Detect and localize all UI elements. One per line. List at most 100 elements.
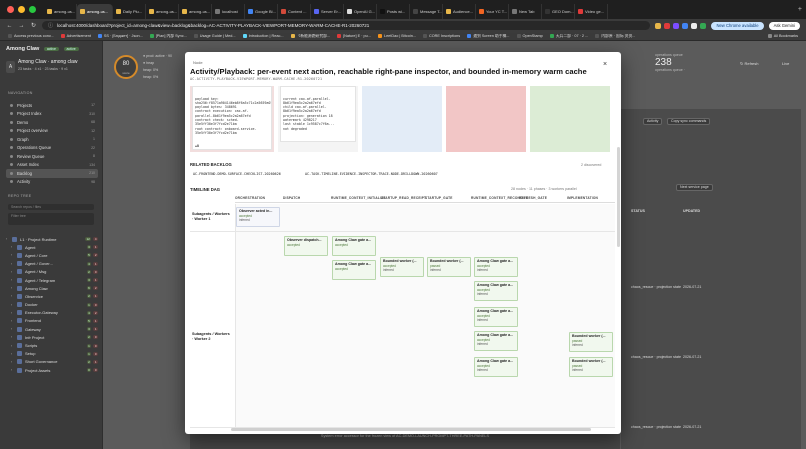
browser-tab[interactable]: Message T... [410, 4, 443, 19]
sidebar-item-project-overview[interactable]: Project overview 12 [6, 127, 98, 136]
chevron-right-icon[interactable]: › [6, 237, 9, 241]
chevron-right-icon[interactable]: › [11, 352, 14, 356]
new-tab-button[interactable]: + [794, 6, 806, 13]
back-icon[interactable]: ← [6, 23, 13, 29]
agent-card[interactable]: A Among Claw · among claw 23 tasks · 4 x… [6, 59, 98, 81]
minimize-window-button[interactable] [18, 6, 25, 13]
chevron-right-icon[interactable]: › [11, 327, 14, 331]
timeline-node[interactable]: Bounded worker (... passed inferred [427, 257, 471, 277]
browser-tab[interactable]: Your YC T... [476, 4, 509, 19]
sidebar-item-backlog[interactable]: Backlog 210 [6, 169, 98, 178]
tree-item[interactable]: › Agent / Core 5 2 [6, 251, 98, 259]
browser-tab[interactable]: New Tab [509, 4, 542, 19]
timeline-horizontal-scrollbar[interactable] [231, 428, 591, 431]
timeline-node[interactable]: Observer dispatch... accepted [284, 236, 328, 256]
tree-item[interactable]: › Agent 3 1 [6, 243, 98, 251]
all-bookmarks-button[interactable]: All Bookmarks [767, 34, 798, 38]
reload-icon[interactable]: ↻ [30, 22, 37, 29]
close-window-button[interactable] [7, 6, 14, 13]
timeline-node[interactable]: Bounded worker (... passed inferred [569, 357, 613, 377]
chevron-right-icon[interactable]: › [11, 294, 14, 298]
sidebar-item-asset-index[interactable]: Asset Index 134 [6, 161, 98, 170]
tree-item[interactable]: › Docker 1 0 [6, 301, 98, 309]
bookmark-item[interactable]: Usage Guide | Med... [193, 34, 236, 39]
sidebar-item-project-index[interactable]: Project Index 310 [6, 110, 98, 119]
browser-tab[interactable]: Content ... [278, 4, 311, 19]
extension-icon[interactable] [664, 22, 671, 29]
tree-item[interactable]: › Frontend 5 1 [6, 317, 98, 325]
bookmark-item[interactable]: OpenStamp [516, 34, 543, 39]
tree-item[interactable]: › Among Claw 6 2 [6, 284, 98, 292]
bookmark-item[interactable]: 天兵二部 · 07 · 2 ... [549, 34, 588, 39]
sidebar-item-demo[interactable]: Demo 68 [6, 118, 98, 127]
tree-item[interactable]: › L1 · Project Runtime 12 4 [6, 235, 98, 243]
chevron-right-icon[interactable]: › [11, 335, 14, 339]
timeline-node[interactable]: Among Claw gate a... accepted [332, 236, 376, 256]
browser-tab[interactable]: localhost [212, 4, 245, 19]
timeline-node[interactable]: Among Claw gate a... accepted inferred [474, 281, 518, 301]
sidebar-item-graph[interactable]: Graph 1 [6, 135, 98, 144]
timeline-node[interactable]: Among Claw gate a... accepted inferred [474, 357, 518, 377]
sidebar-item-review-queue[interactable]: Review Queue 8 [6, 152, 98, 161]
browser-tab[interactable]: Posts wi... [377, 4, 410, 19]
chevron-right-icon[interactable]: › [11, 253, 14, 257]
site-info-icon[interactable]: ⓘ [48, 22, 53, 29]
timeline-node[interactable]: Bounded worker (... passed inferred [569, 332, 613, 352]
repo-search-input[interactable]: Search repos / files [8, 204, 94, 210]
timeline-node[interactable]: Bounded worker (... accepted inferred [380, 257, 424, 277]
browser-tab[interactable]: Video ge... [575, 4, 608, 19]
tree-item[interactable]: › Infr Project 2 0 [6, 333, 98, 341]
extension-icon[interactable] [655, 22, 662, 29]
bookmark-item[interactable]: Advertisement [60, 34, 91, 39]
chevron-right-icon[interactable]: › [11, 368, 14, 372]
forward-icon[interactable]: → [18, 23, 25, 29]
tree-item[interactable]: › Setup 1 0 [6, 350, 98, 358]
sidebar-item-projects[interactable]: Projects 17 [6, 101, 98, 110]
tree-item[interactable]: › Agent / Gover... 4 1 [6, 260, 98, 268]
next-service-page-button[interactable]: Next service page [676, 184, 713, 191]
browser-tab[interactable]: GEO Dom... [542, 4, 575, 19]
sidebar-item-operations-queue[interactable]: Operations Queue 22 [6, 144, 98, 153]
tree-item[interactable]: › Project Assets 0 0 [6, 366, 98, 374]
chevron-right-icon[interactable]: › [11, 286, 14, 290]
browser-tab[interactable]: Daily Plu... [113, 4, 146, 19]
bookmark-item[interactable]: [Nature] E · pu... [337, 34, 371, 39]
chevron-right-icon[interactable]: › [11, 360, 14, 364]
chevron-right-icon[interactable]: › [11, 278, 14, 282]
bookmark-item[interactable]: LeetDao | Bitcoin... [377, 34, 416, 39]
live-toggle[interactable]: Live [782, 61, 789, 66]
chevron-right-icon[interactable]: › [11, 245, 14, 249]
chevron-right-icon[interactable]: › [11, 303, 14, 307]
browser-tab[interactable]: OpenAI G... [344, 4, 377, 19]
timeline-node[interactable]: Observer acted in... accepted inferred [236, 207, 280, 227]
bookmark-item[interactable]: 遇到 Screen 助手稿... [467, 34, 510, 39]
bookmark-item[interactable]: SS · [Бюджет] · Json... [97, 34, 143, 39]
bookmark-item[interactable]: CORE Inscriptions [422, 34, 460, 39]
extension-icon[interactable] [682, 22, 689, 29]
related-backlog-link[interactable]: AC-TASK-TIMELINE-EVIDENCE-INSPECTOR-TRAC… [305, 172, 438, 176]
tree-item[interactable]: › Agent / Msg 2 0 [6, 268, 98, 276]
browser-tab[interactable]: among-us... [146, 4, 179, 19]
copy-sync-commands-button[interactable]: Copy sync commands [667, 118, 711, 125]
extension-icon[interactable] [691, 22, 698, 29]
timeline-node[interactable]: Among Claw gate a... accepted inferred [474, 331, 518, 351]
tree-item[interactable]: › Gateway 3 1 [6, 325, 98, 333]
bookmark-item[interactable]: 《新能源跑研究部... [290, 34, 330, 39]
tree-item[interactable]: › Short Governance 2 1 [6, 358, 98, 366]
update-chrome-button[interactable]: New Chrome available [711, 21, 764, 30]
chevron-right-icon[interactable]: › [11, 319, 14, 323]
browser-tab[interactable]: Audience... [443, 4, 476, 19]
extension-icon[interactable] [673, 22, 680, 29]
tree-item[interactable]: › Scripts 1 0 [6, 341, 98, 349]
tree-item[interactable]: › Observice 2 1 [6, 292, 98, 300]
timeline-node[interactable]: Among Claw gate a... accepted inferred [474, 307, 518, 327]
bookmark-item[interactable]: Access previous conv... [8, 34, 54, 39]
bookmark-item[interactable]: [Plan] 内部 Sync... [149, 34, 187, 39]
activity-button[interactable]: Activity [643, 118, 663, 125]
url-bar[interactable]: ⓘ localhost:4000/dashboard?project_id=am… [42, 21, 651, 30]
timeline-node[interactable]: Among Claw gate a... accepted inferred [474, 257, 518, 277]
close-icon[interactable]: × [603, 61, 607, 68]
chevron-right-icon[interactable]: › [11, 270, 14, 274]
extension-icon[interactable] [700, 22, 707, 29]
bookmark-item[interactable]: 内部原 · 国际 资资... [595, 34, 635, 39]
